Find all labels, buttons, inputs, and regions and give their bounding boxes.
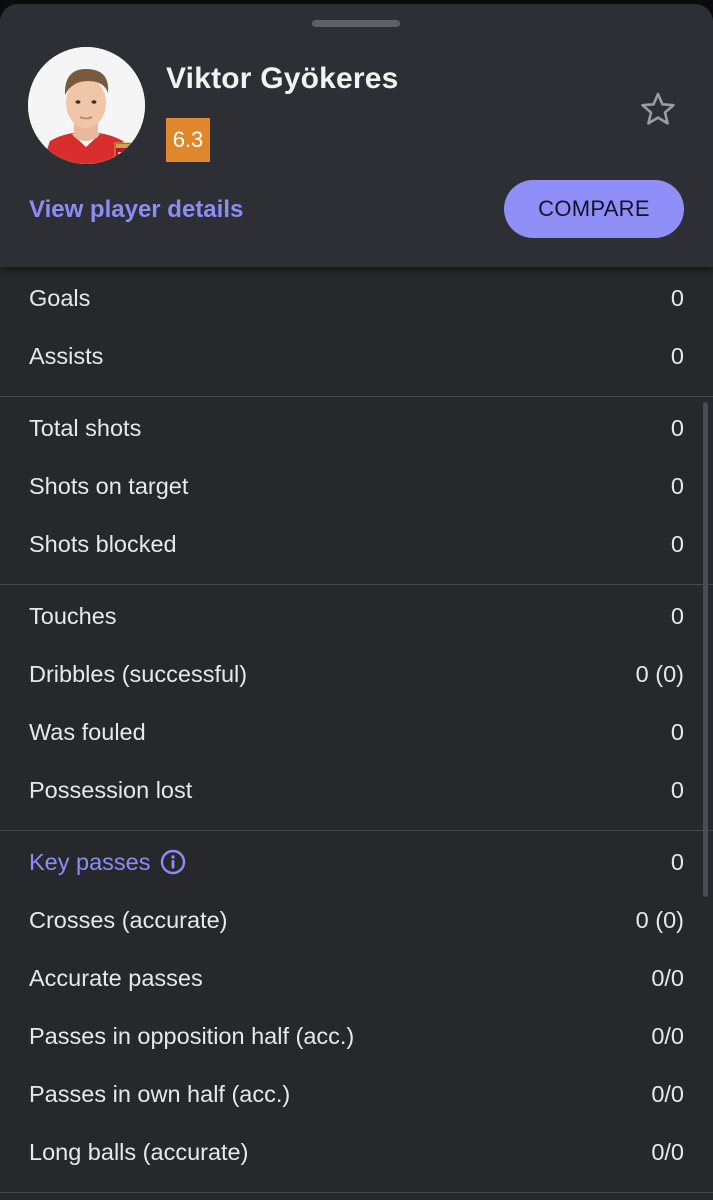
stat-group-possession: Touches 0 Dribbles (successful) 0 (0) Wa… — [0, 585, 713, 831]
stat-row-was-fouled: Was fouled 0 — [0, 703, 713, 761]
club-badge — [114, 142, 137, 162]
stat-value: 0/0 — [651, 1138, 684, 1165]
player-avatar — [28, 47, 145, 164]
stat-label: Was fouled — [29, 718, 146, 745]
compare-button[interactable]: COMPARE — [504, 180, 684, 238]
stat-value: 0 — [670, 718, 684, 745]
stat-label: Accurate passes — [29, 964, 203, 991]
stat-row-touches: Touches 0 — [0, 587, 713, 645]
stat-value: 0 — [670, 776, 684, 803]
stat-group-attack: Goals 0 Assists 0 — [0, 267, 713, 397]
stat-label: Goals — [29, 284, 91, 311]
stat-row-passes-opposition-half: Passes in opposition half (acc.) 0/0 — [0, 1007, 713, 1065]
stat-row-key-passes[interactable]: Key passes 0 — [0, 833, 713, 891]
player-name: Viktor Gyökeres — [166, 62, 399, 95]
player-header: Viktor Gyökeres 6.3 View player details … — [0, 4, 713, 267]
stat-value: 0/0 — [651, 1022, 684, 1049]
stat-label: Possession lost — [29, 776, 193, 803]
scrollbar[interactable] — [703, 402, 708, 897]
stat-value: 0 — [670, 472, 684, 499]
stat-row-crosses: Crosses (accurate) 0 (0) — [0, 891, 713, 949]
stat-label: Shots blocked — [29, 530, 177, 557]
stat-group-shots: Total shots 0 Shots on target 0 Shots bl… — [0, 397, 713, 585]
stat-label: Shots on target — [29, 472, 189, 499]
stat-group-passing: Key passes 0 Crosses (accurate) 0 (0) Ac… — [0, 831, 713, 1193]
stat-label: Assists — [29, 342, 104, 369]
stat-value: 0/0 — [651, 964, 684, 991]
stat-value: 0 — [670, 342, 684, 369]
player-stats-sheet: Viktor Gyökeres 6.3 View player details … — [0, 4, 713, 1200]
stat-row-long-balls: Long balls (accurate) 0/0 — [0, 1123, 713, 1181]
star-outline-icon[interactable] — [638, 90, 678, 130]
stat-label: Total shots — [29, 414, 142, 441]
stat-label: Touches — [29, 602, 117, 629]
stat-row-total-shots: Total shots 0 — [0, 399, 713, 457]
stat-value: 0 (0) — [635, 906, 684, 933]
stat-label: Key passes — [29, 848, 151, 875]
stat-label: Long balls (accurate) — [29, 1138, 249, 1165]
info-circle-icon[interactable] — [160, 849, 186, 875]
stat-value: 0 — [670, 530, 684, 557]
stat-value: 0 — [670, 848, 684, 875]
stat-value: 0 — [670, 414, 684, 441]
stat-value: 0/0 — [651, 1080, 684, 1107]
stat-value: 0 — [670, 284, 684, 311]
player-rating-badge: 6.3 — [166, 118, 210, 162]
stat-row-dribbles: Dribbles (successful) 0 (0) — [0, 645, 713, 703]
view-player-details-link[interactable]: View player details — [29, 196, 243, 224]
stat-row-possession-lost: Possession lost 0 — [0, 761, 713, 819]
stat-label: Passes in opposition half (acc.) — [29, 1022, 355, 1049]
stat-label: Dribbles (successful) — [29, 660, 248, 687]
key-passes-label-wrap[interactable]: Key passes — [29, 849, 186, 876]
stat-value: 0 — [670, 602, 684, 629]
stat-row-shots-on-target: Shots on target 0 — [0, 457, 713, 515]
stat-row-goals: Goals 0 — [0, 269, 713, 327]
stat-row-accurate-passes: Accurate passes 0/0 — [0, 949, 713, 1007]
stat-row-shots-blocked: Shots blocked 0 — [0, 515, 713, 573]
stats-list: Goals 0 Assists 0 Total shots 0 Shots on… — [0, 267, 713, 1193]
stat-label: Passes in own half (acc.) — [29, 1080, 291, 1107]
stat-row-assists: Assists 0 — [0, 327, 713, 385]
stat-row-passes-own-half: Passes in own half (acc.) 0/0 — [0, 1065, 713, 1123]
drag-handle[interactable] — [312, 20, 400, 27]
stat-value: 0 (0) — [635, 660, 684, 687]
stat-label: Crosses (accurate) — [29, 906, 228, 933]
